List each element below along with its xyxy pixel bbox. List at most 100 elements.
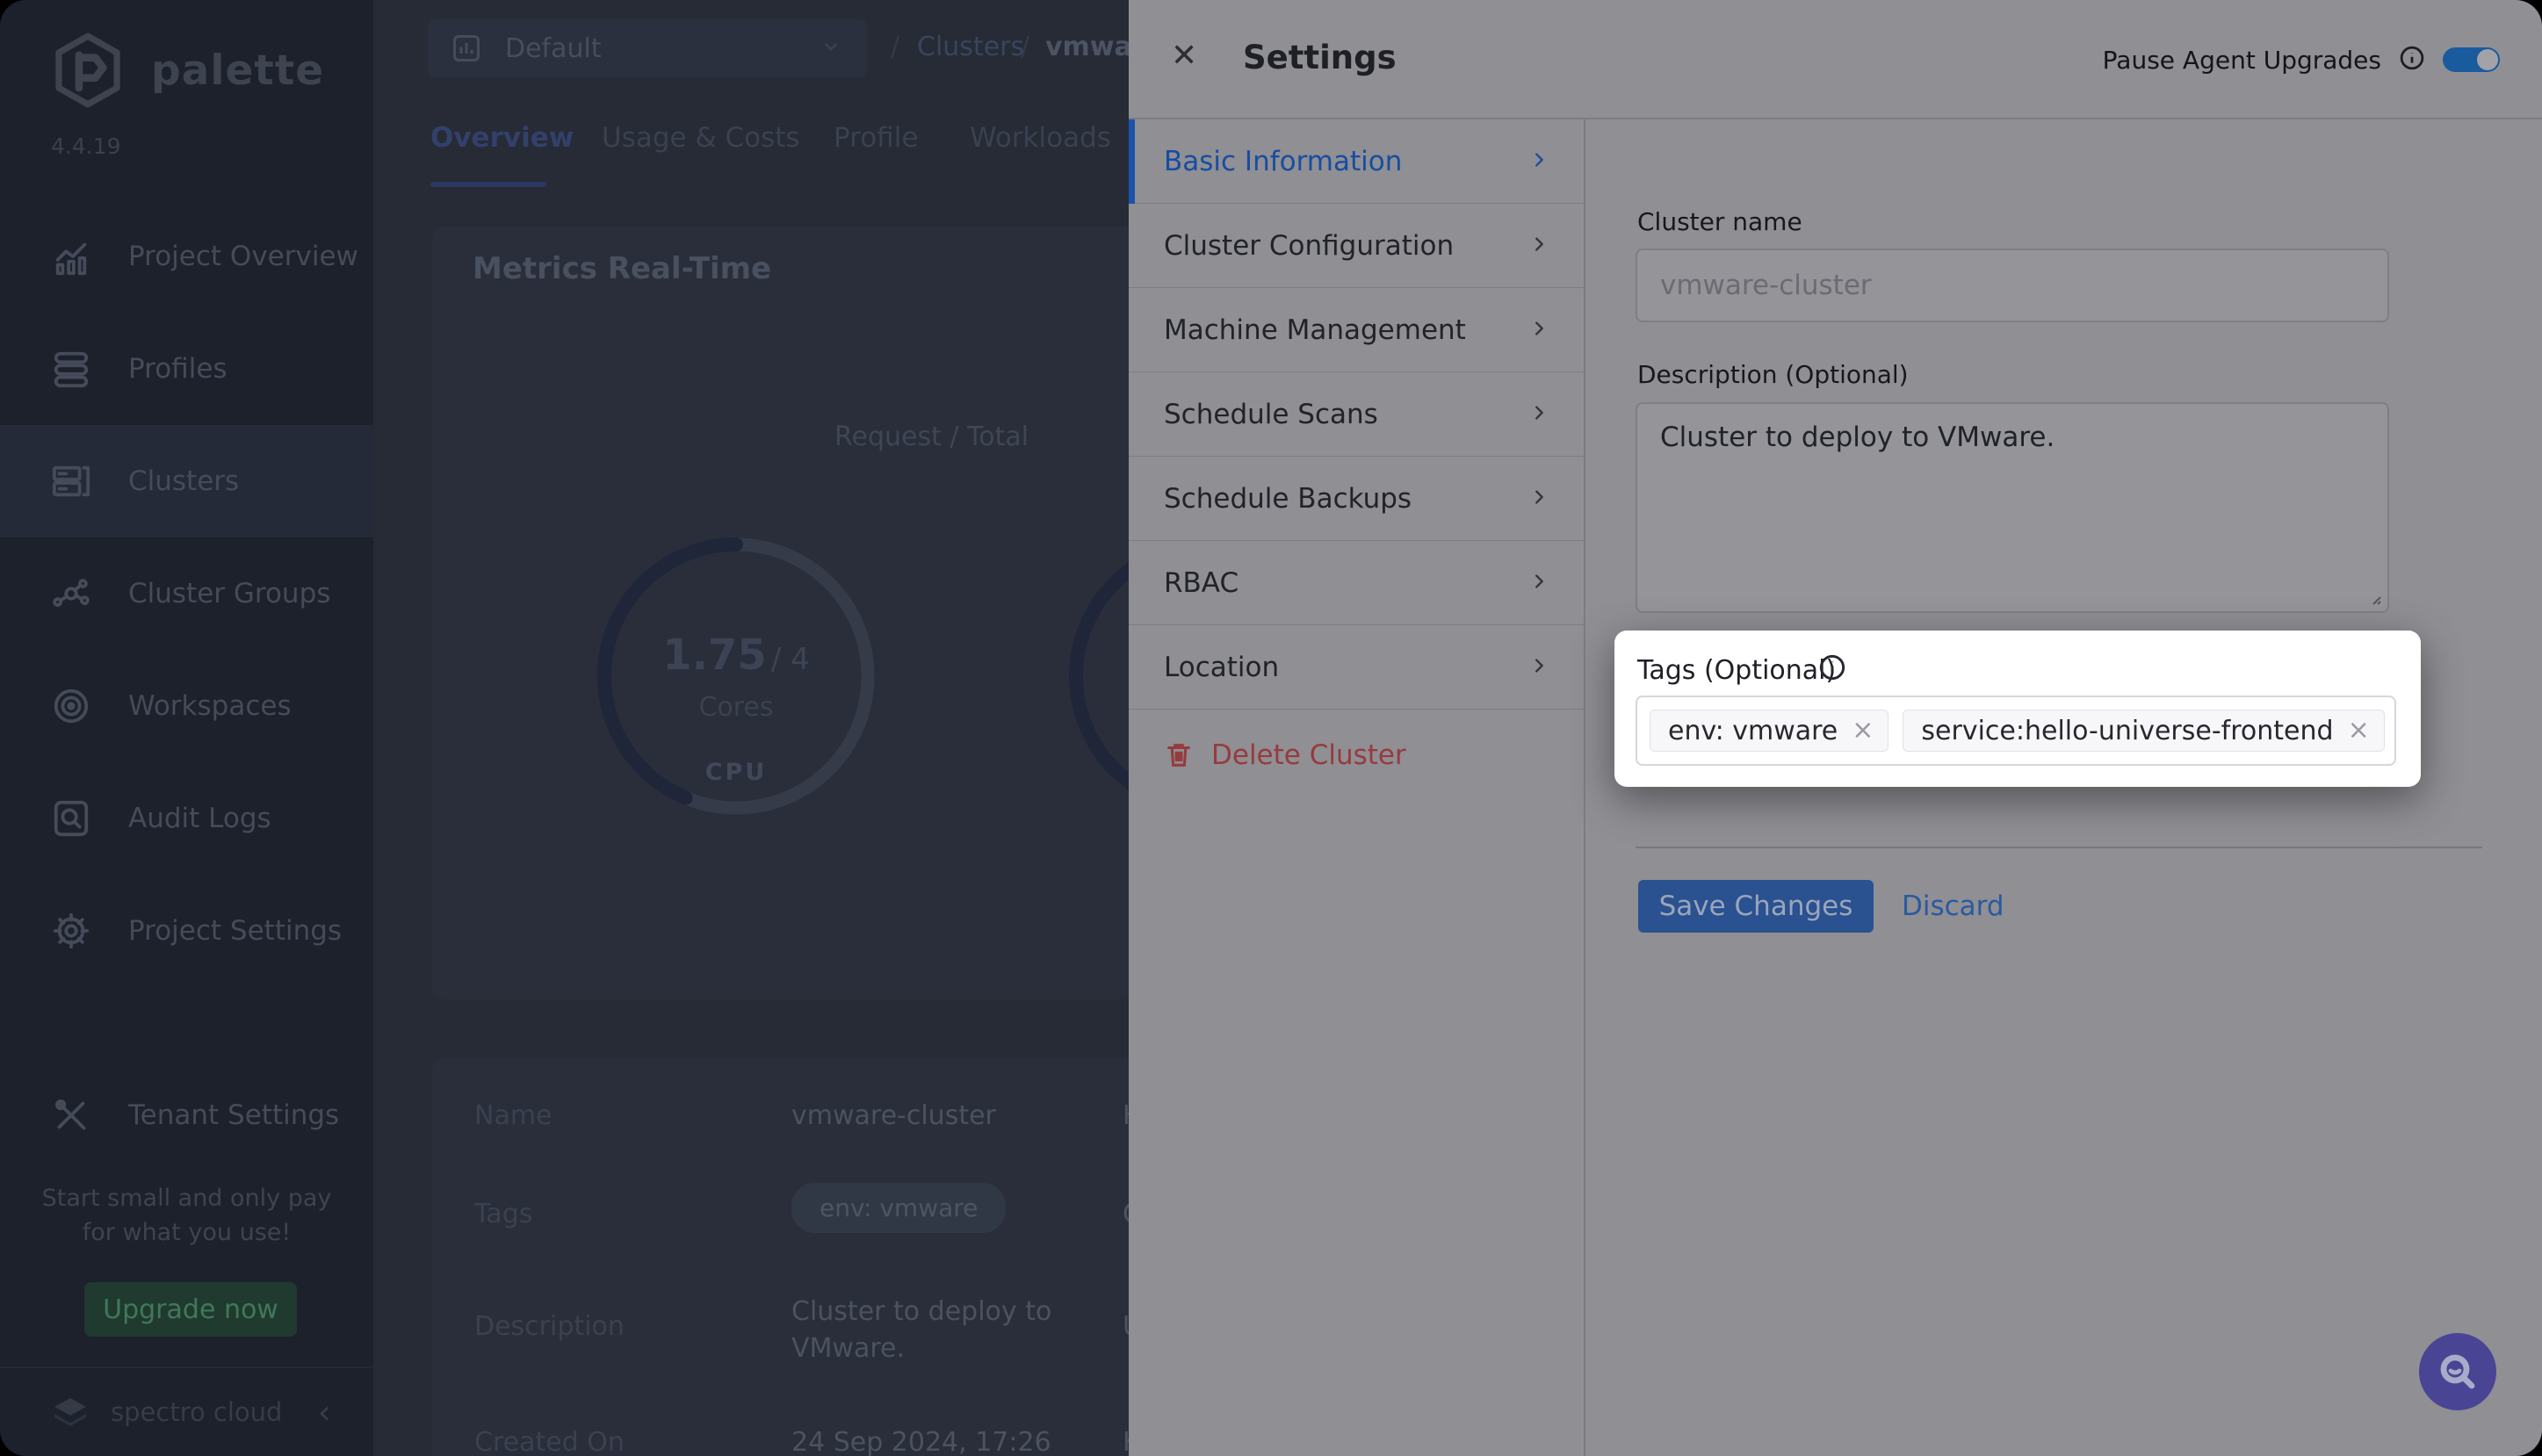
sidebar-item-profiles[interactable]: Profiles [0,313,373,425]
help-search-button[interactable] [2419,1333,2496,1410]
settings-nav-basic-information[interactable]: Basic Information [1129,119,1584,204]
sidebar-item-tenant-settings[interactable]: Tenant Settings [0,1059,373,1171]
settings-nav-schedule-scans[interactable]: Schedule Scans [1129,372,1584,457]
spectro-cloud-label: spectro cloud [111,1397,282,1427]
chevron-right-icon [1529,487,1549,510]
sidebar-item-workspaces[interactable]: Workspaces [0,650,373,762]
info-icon[interactable] [1818,653,1846,685]
description-label: Description (Optional) [1637,360,1909,389]
tags-spotlight: Tags (Optional) env: vmware × service:he… [1614,631,2421,787]
breadcrumb-separator: / [891,32,899,62]
brand-name: palette [151,47,324,95]
info-value-created-on: 24 Sep 2024, 17:26 [791,1427,1051,1456]
settings-header: ✕ Settings Pause Agent Upgrades [1129,0,2542,119]
app-version: 4.4.19 [51,133,121,159]
tag-chip: service:hello-universe-frontend × [1903,710,2384,752]
tools-icon [51,1095,91,1135]
info-label-tags: Tags [474,1199,532,1229]
resize-handle-icon[interactable] [2368,592,2382,606]
orbit-icon [51,686,91,726]
sidebar-item-audit-logs[interactable]: Audit Logs [0,762,373,875]
trash-icon [1164,740,1194,770]
metrics-title: Metrics Real-Time [473,251,771,286]
cluster-name-value: vmware-cluster [1660,270,1872,301]
close-icon[interactable]: ✕ [1171,40,1197,72]
tab-workloads[interactable]: Workloads [970,122,1111,154]
settings-nav-schedule-backups[interactable]: Schedule Backups [1129,457,1584,541]
doc-search-icon [51,798,91,839]
breadcrumb-separator: / [1021,32,1029,62]
tag-chip: env: vmware × [1650,710,1888,752]
magnifier-icon [2437,1351,2479,1393]
spectro-cloud-logo-icon [49,1391,91,1433]
info-value-name: vmware-cluster [791,1100,996,1131]
gear-icon [51,911,91,951]
breadcrumb-clusters-link[interactable]: Clusters [917,32,1024,62]
tags-input[interactable]: env: vmware × service:hello-universe-fro… [1636,696,2396,766]
description-textarea[interactable]: Cluster to deploy to VMware. [1636,402,2389,613]
sidebar-item-cluster-groups[interactable]: Cluster Groups [0,537,373,650]
nodes-icon [51,573,91,614]
pause-agent-upgrades-toggle[interactable] [2443,47,2500,72]
info-label-created-on: Created On [474,1427,625,1456]
pause-agent-upgrades-label: Pause Agent Upgrades [2103,46,2381,75]
collapse-sidebar-icon[interactable]: ‹ [318,1395,331,1429]
settings-panel: ✕ Settings Pause Agent Upgrades Basic In… [1129,0,2542,1456]
project-selector[interactable]: Default [428,19,867,77]
upgrade-now-button[interactable]: Upgrade now [84,1282,297,1337]
settings-title: Settings [1243,39,1397,76]
settings-nav-rbac[interactable]: RBAC [1129,541,1584,625]
tags-label: Tags (Optional) [1637,655,1836,686]
tab-profile[interactable]: Profile [834,122,918,154]
toggle-knob [2477,49,2498,70]
chart-icon [51,236,91,277]
settings-nav-cluster-configuration[interactable]: Cluster Configuration [1129,204,1584,288]
chevron-right-icon [1529,656,1549,679]
sidebar-item-label: Profiles [128,353,227,385]
save-changes-button[interactable]: Save Changes [1638,880,1874,933]
discard-button[interactable]: Discard [1902,880,2004,933]
tab-usage-costs[interactable]: Usage & Costs [602,122,800,154]
cluster-name-label: Cluster name [1637,207,1802,236]
info-tag-chip: env: vmware [791,1183,1006,1233]
sidebar-item-label: Audit Logs [128,803,271,834]
settings-nav-machine-management[interactable]: Machine Management [1129,288,1584,372]
cluster-name-input[interactable]: vmware-cluster [1636,249,2389,322]
chevron-right-icon [1529,319,1549,342]
sidebar-footer: spectro cloud ‹ [0,1366,373,1456]
info-value-description: Cluster to deploy to VMware. [791,1294,1090,1367]
tab-overview[interactable]: Overview [430,122,574,154]
panel-divider [1584,119,1585,1456]
cpu-value: 1.75 [662,631,766,680]
info-label-name: Name [474,1100,552,1131]
sidebar-item-label: Tenant Settings [128,1099,339,1131]
sidebar-item-label: Workspaces [128,690,292,722]
project-selector-value: Default [505,33,602,64]
chevron-down-icon [820,35,842,61]
settings-nav-location[interactable]: Location [1129,625,1584,710]
sidebar-item-label: Clusters [128,465,239,497]
active-tab-underline [430,182,546,187]
cpu-unit: Cores [587,692,885,723]
server-icon [51,461,91,501]
remove-tag-icon[interactable]: × [2343,717,2384,744]
project-chart-icon [451,32,482,64]
sidebar-item-clusters[interactable]: Clusters [0,425,373,537]
cpu-total: / 4 [771,642,810,677]
layers-icon [51,349,91,389]
sidebar-item-project-overview[interactable]: Project Overview [0,200,373,313]
form-divider [1636,847,2482,848]
chevron-right-icon [1529,150,1549,173]
chevron-right-icon [1529,572,1549,595]
palette-hexagon-icon [47,30,128,111]
delete-cluster-button[interactable]: Delete Cluster [1164,739,1406,771]
sidebar: palette 4.4.19 Project Overview Profiles… [0,0,373,1456]
chevron-right-icon [1529,403,1549,426]
info-icon[interactable] [2399,45,2425,75]
cpu-caption: CPU [587,759,885,786]
promo-text: Start small and only pay for what you us… [0,1181,373,1250]
active-nav-indicator [1129,119,1135,204]
sidebar-item-project-settings[interactable]: Project Settings [0,875,373,987]
remove-tag-icon[interactable]: × [1846,717,1888,744]
sidebar-item-label: Project Overview [128,241,358,272]
